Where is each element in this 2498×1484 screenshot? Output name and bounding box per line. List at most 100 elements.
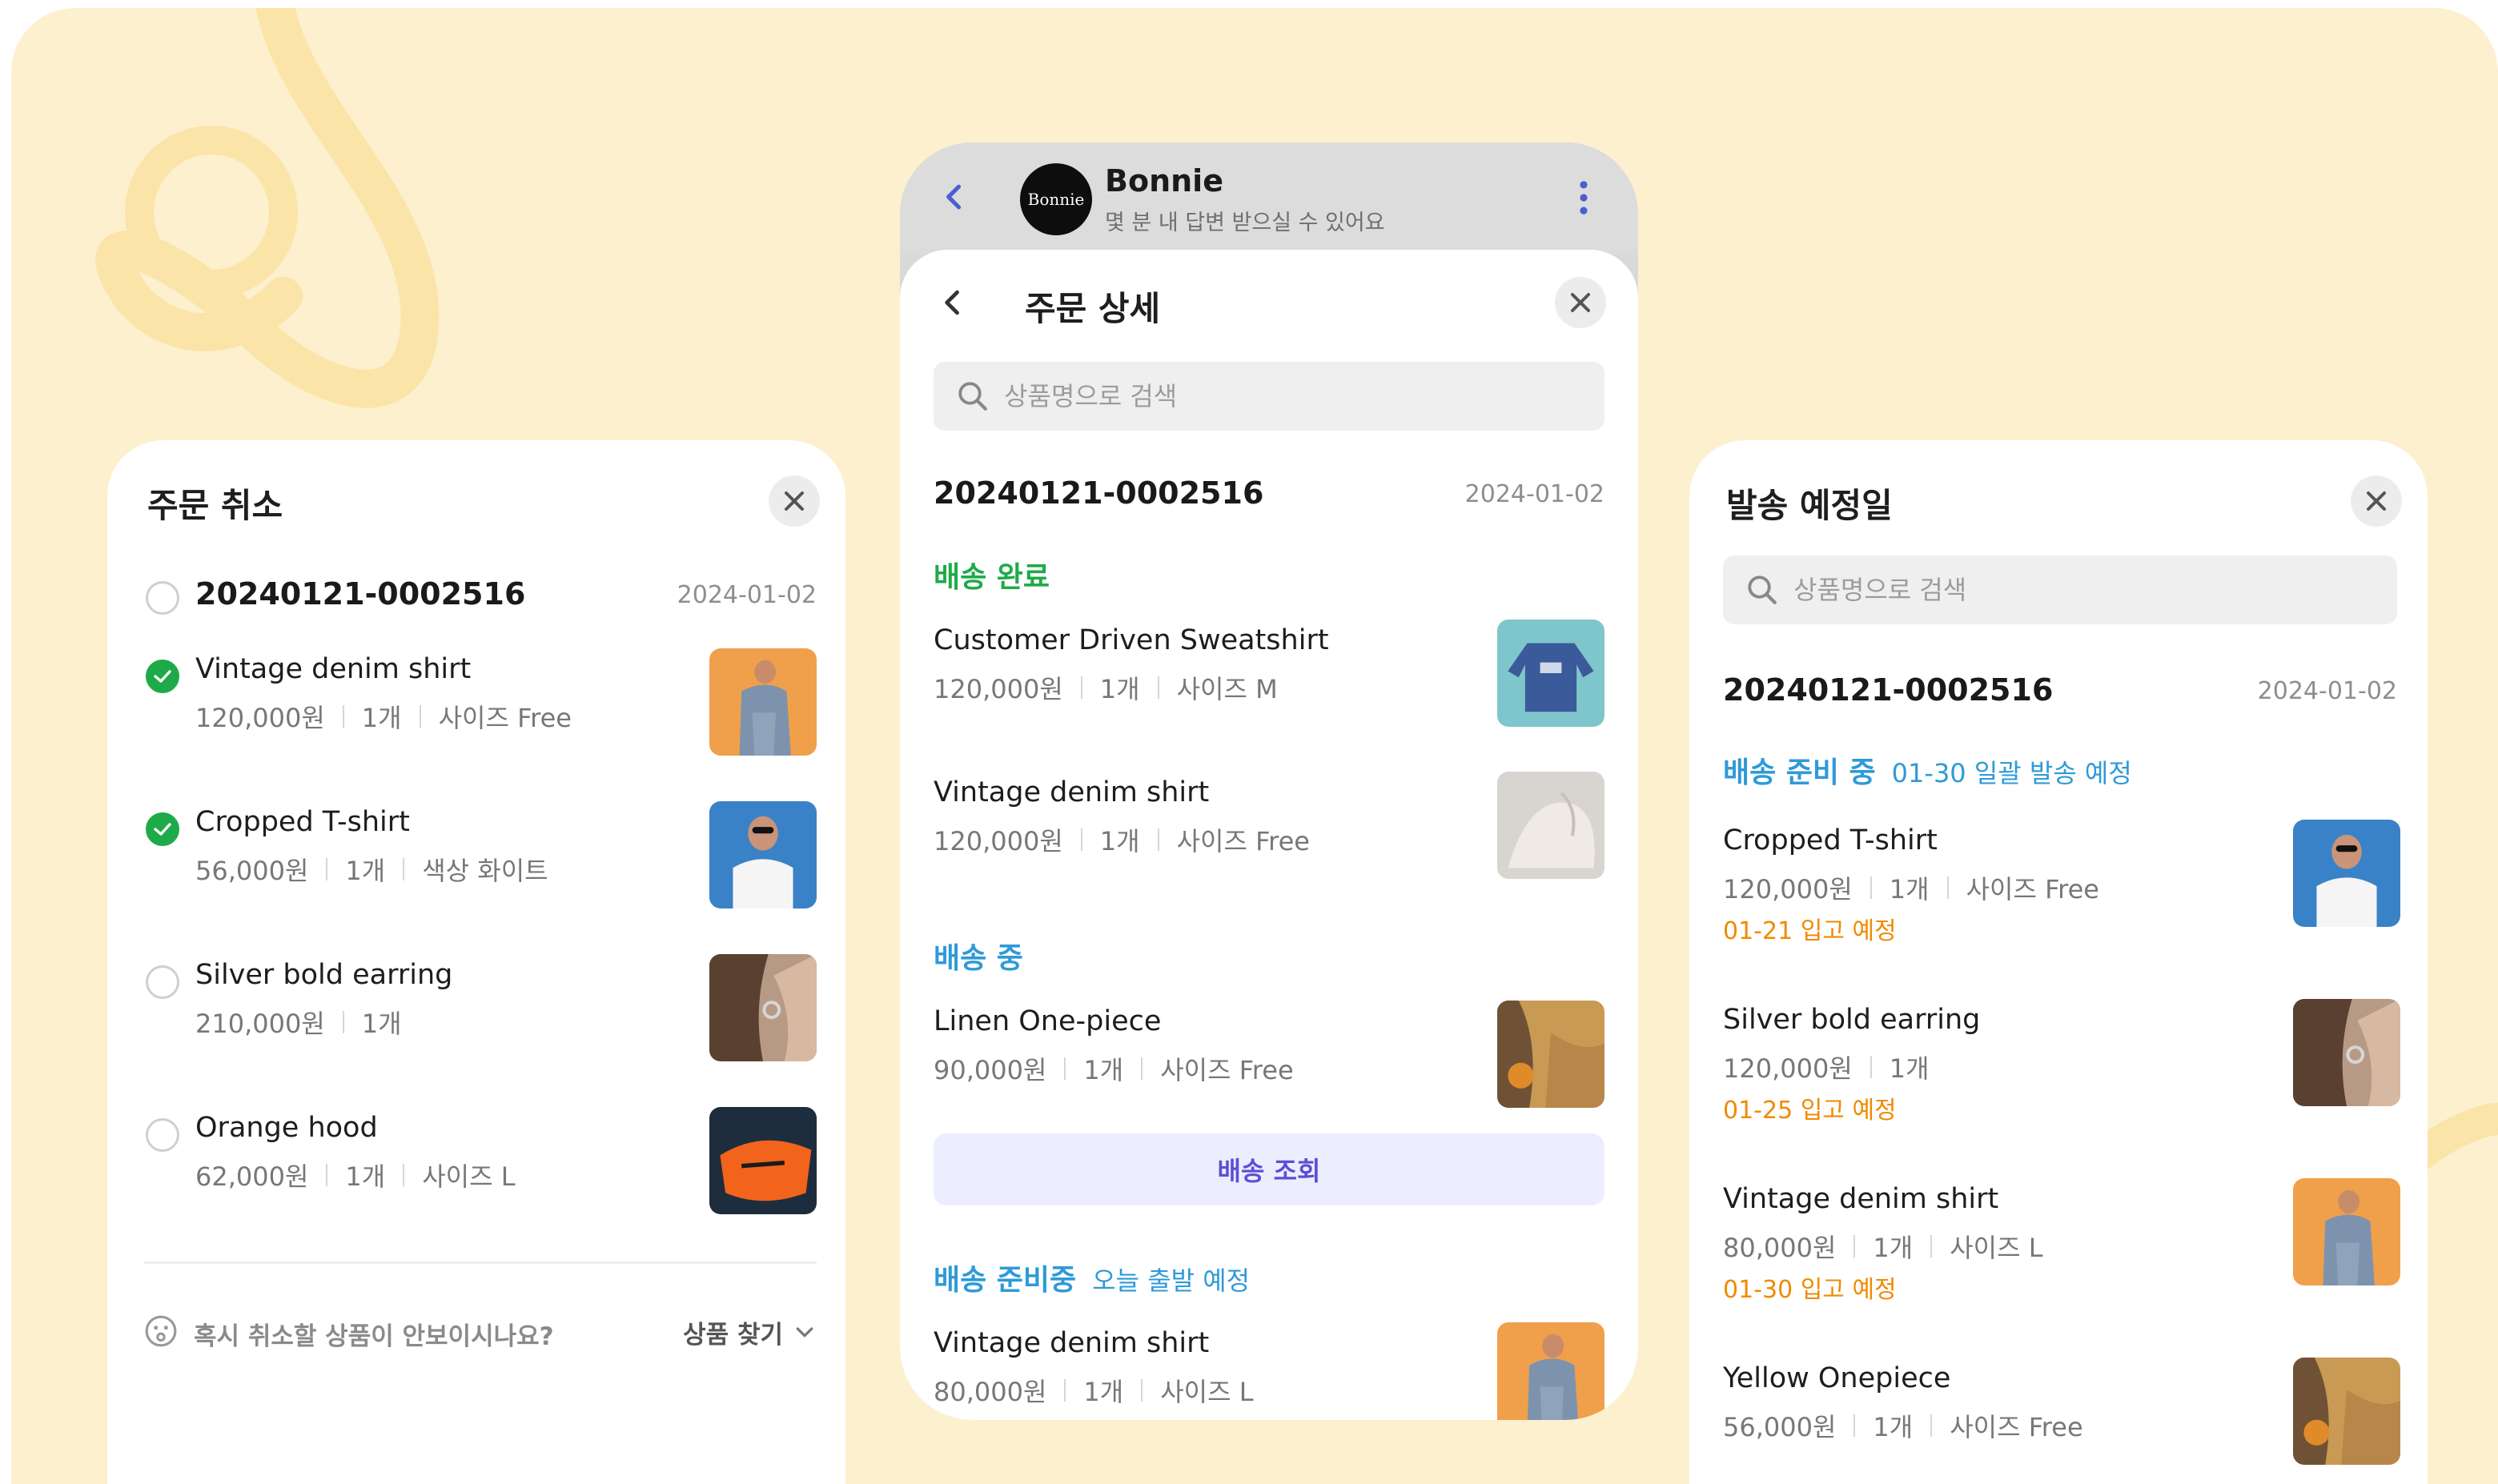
status-sub-label: 01-30 일괄 발송 예정 [1891, 758, 2132, 788]
item-checkbox[interactable] [146, 660, 179, 693]
find-product-link[interactable]: 상품 찾기 [683, 1314, 817, 1350]
status-label: 배송 중 [934, 942, 1023, 975]
product-thumbnail [709, 954, 817, 1061]
product-thumbnail [1497, 620, 1604, 727]
item-name: Silver bold earring [195, 959, 453, 991]
close-button[interactable] [1555, 277, 1606, 328]
order-list-item[interactable]: Customer Driven Sweatshirt 120,000원 1개 사이즈… [900, 620, 1638, 740]
shipping-list-item[interactable]: Silver bold earring 120,000원 1개 01-25 입고 … [1689, 999, 2428, 1151]
item-checkbox[interactable] [146, 1118, 179, 1152]
item-option: 사이즈 M [1176, 674, 1278, 704]
status-label: 배송 준비 중 [1723, 756, 1876, 789]
cancel-list-item[interactable]: Cropped T-shirt 56,000원 1개 색상 화이트 [107, 801, 845, 921]
meta-divider [326, 1164, 328, 1186]
close-icon [1571, 293, 1590, 312]
cancel-list-item[interactable]: Orange hood 62,000원 1개 사이즈 L [107, 1107, 845, 1227]
meta-divider [1930, 1414, 1933, 1437]
item-price: 56,000원 [195, 856, 309, 886]
search-icon [958, 382, 987, 411]
shipping-list-item[interactable]: Yellow Onepiece 56,000원 1개 사이즈 Free [1689, 1358, 2428, 1484]
item-name: Vintage denim shirt [934, 776, 1210, 808]
shipping-list-item[interactable]: Cropped T-shirt 120,000원 1개 사이즈 Free 01-21… [1689, 820, 2428, 972]
chevron-down-icon [796, 1326, 813, 1337]
chat-name: Bonnie [1105, 163, 1223, 199]
search-input[interactable] [1004, 381, 1484, 411]
order-detail-sheet: 주문 상세 20240121-0002516 2024-01-02 배송 완료 … [900, 250, 1638, 1420]
item-qty: 1개 [1873, 1233, 1914, 1263]
delivery-status: 배송 완료 [934, 554, 1050, 596]
close-button[interactable] [769, 475, 820, 527]
meta-divider [326, 858, 328, 880]
panel-title: 주문 취소 [147, 486, 283, 525]
product-thumbnail [709, 648, 817, 756]
item-checkbox[interactable] [146, 965, 179, 999]
item-price: 56,000원 [1723, 1412, 1837, 1442]
track-delivery-button[interactable]: 배송 조회 [934, 1133, 1604, 1205]
item-meta: 120,000원 1개 사이즈 M [934, 669, 1278, 706]
close-button[interactable] [2351, 475, 2402, 527]
item-name: Vintage denim shirt [1723, 1183, 1999, 1215]
order-checkbox[interactable] [146, 581, 179, 615]
delivery-status: 배송 중 [934, 935, 1023, 977]
search-bar[interactable] [934, 362, 1604, 431]
item-option: 색상 화이트 [422, 856, 548, 886]
order-list-item[interactable]: Vintage denim shirt 80,000원 1개 사이즈 L [900, 1322, 1638, 1420]
cancel-list-item[interactable]: Vintage denim shirt 120,000원 1개 사이즈 Free [107, 648, 845, 768]
item-name: Vintage denim shirt [934, 1327, 1210, 1359]
item-qty: 1개 [1083, 1377, 1124, 1407]
item-name: Orange hood [195, 1112, 378, 1144]
panel-title: 주문 상세 [1025, 289, 1161, 328]
search-input[interactable] [1793, 575, 2274, 605]
smile-face-icon [145, 1315, 177, 1347]
item-option: 사이즈 L [422, 1161, 516, 1192]
divider [144, 1261, 817, 1264]
item-price: 120,000원 [934, 826, 1063, 856]
product-thumbnail [2293, 999, 2400, 1106]
order-number: 20240121-0002516 [934, 475, 1264, 511]
item-option: 사이즈 Free [438, 703, 572, 733]
help-question: 혹시 취소할 상품이 안보이시나요? [194, 1322, 554, 1351]
item-option: 사이즈 L [1160, 1377, 1254, 1407]
item-option: 사이즈 Free [1176, 826, 1310, 856]
meta-divider [1930, 1235, 1933, 1257]
meta-divider [1853, 1235, 1856, 1257]
order-date: 2024-01-02 [1464, 480, 1604, 508]
help-footer: 혹시 취소할 상품이 안보이시나요? 상품 찾기 [144, 1308, 817, 1356]
meta-divider [1080, 676, 1082, 699]
item-name: Cropped T-shirt [195, 806, 410, 838]
item-price: 210,000원 [195, 1009, 325, 1039]
item-name: Cropped T-shirt [1723, 824, 1938, 856]
item-qty: 1개 [1873, 1412, 1914, 1442]
meta-divider [1141, 1057, 1143, 1080]
search-bar[interactable] [1723, 555, 2397, 624]
item-meta: 80,000원 1개 사이즈 L [1723, 1228, 2043, 1265]
item-qty: 1개 [1889, 874, 1930, 904]
meta-divider [1869, 876, 1872, 899]
meta-divider [1946, 876, 1949, 899]
shipping-list-item[interactable]: Vintage denim shirt 80,000원 1개 사이즈 L 01-30… [1689, 1178, 2428, 1330]
back-arrow-icon[interactable] [935, 285, 970, 320]
item-name: Linen One-piece [934, 1005, 1162, 1037]
item-qty: 1개 [345, 1161, 386, 1192]
item-name: Yellow Onepiece [1723, 1362, 1951, 1394]
cancel-list-item[interactable]: Silver bold earring 210,000원 1개 [107, 954, 845, 1074]
meta-divider [1064, 1379, 1066, 1402]
meta-divider [1157, 828, 1159, 851]
status-label: 배송 완료 [934, 561, 1050, 594]
order-list-item[interactable]: Linen One-piece 90,000원 1개 사이즈 Free [900, 1001, 1638, 1121]
item-name: Silver bold earring [1723, 1004, 1981, 1036]
item-meta: 80,000원 1개 사이즈 L [934, 1372, 1254, 1409]
item-qty: 1개 [1889, 1053, 1930, 1084]
product-thumbnail [1497, 1001, 1604, 1108]
order-list-item[interactable]: Vintage denim shirt 120,000원 1개 사이즈 Free [900, 772, 1638, 892]
meta-divider [1157, 676, 1159, 699]
product-thumbnail [2293, 1178, 2400, 1285]
item-price: 120,000원 [1723, 1053, 1853, 1084]
product-thumbnail [709, 1107, 817, 1214]
item-option: 사이즈 Free [1950, 1412, 2083, 1442]
item-checkbox[interactable] [146, 812, 179, 846]
back-arrow-icon[interactable] [937, 179, 972, 215]
meta-divider [403, 858, 405, 880]
more-vertical-icon[interactable] [1579, 179, 1588, 216]
order-number: 20240121-0002516 [1723, 672, 2054, 708]
